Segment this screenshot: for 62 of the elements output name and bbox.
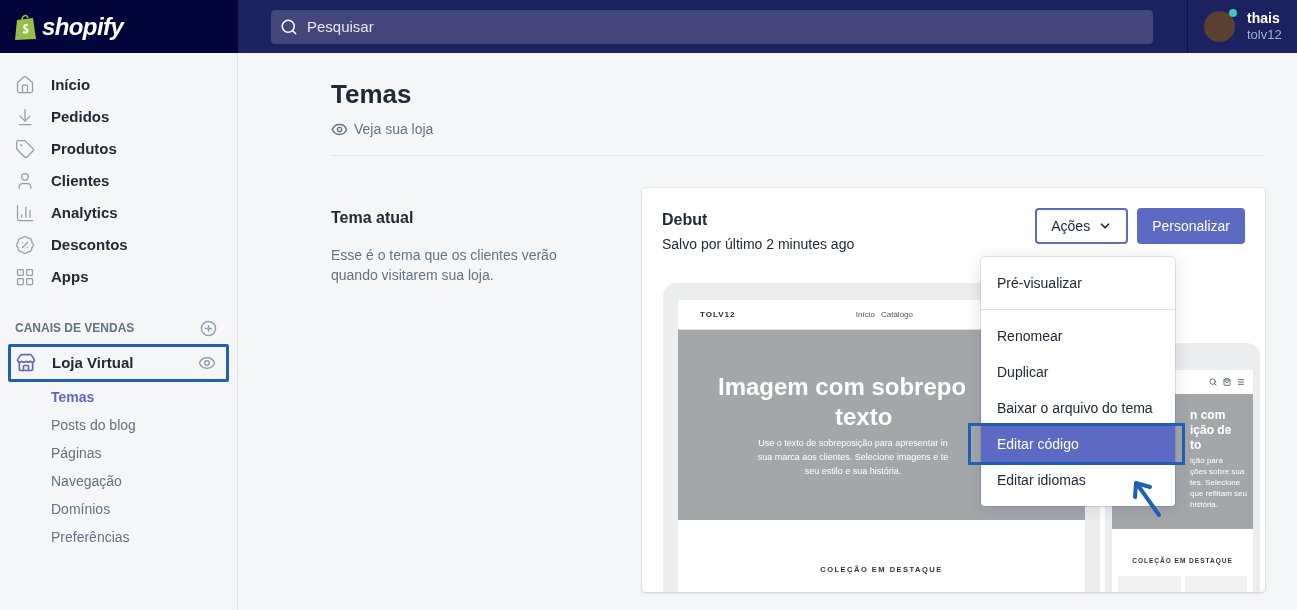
view-store-link[interactable]: Veja sua loja — [354, 119, 434, 140]
menu-item[interactable]: Duplicar — [981, 354, 1175, 390]
section-heading: CANAIS DE VENDAS — [15, 320, 135, 337]
preview-hero-title: Imagem com sobrepo — [718, 372, 967, 402]
preview-hero-text: tes. Selecione — [1190, 477, 1242, 488]
search-icon — [280, 17, 298, 36]
sub-nav-item[interactable]: Temas — [51, 383, 229, 411]
store-name: tolv12 — [1247, 27, 1282, 44]
preview-hero-title: texto — [835, 402, 893, 432]
preview-store-name: TOLV12 — [700, 308, 736, 321]
nav-item[interactable]: Clientes — [8, 165, 229, 197]
nav-item[interactable]: Pedidos — [8, 101, 229, 133]
sub-nav-item[interactable]: Preferências — [51, 523, 229, 551]
page-title: Temas — [331, 79, 413, 109]
search-field[interactable]: Pesquisar — [271, 9, 1153, 44]
house-icon — [15, 75, 35, 95]
sub-nav-item[interactable]: Páginas — [51, 439, 229, 467]
section-heading: Tema atual — [331, 208, 415, 228]
sales-channel-item[interactable]: Loja Virtual — [8, 344, 229, 382]
tag-icon — [15, 139, 35, 159]
bar-chart-icon — [15, 203, 35, 223]
annotation-arrow — [1131, 478, 1163, 518]
preview-hero-text: sua marca aos clientes. Selecione imagens e te — [757, 451, 949, 464]
preview-hero-text: que reflitam seu — [1190, 488, 1248, 499]
preview-hero-text: seu estilo e sua história. — [804, 465, 902, 478]
preview-hero-title: to — [1190, 438, 1203, 453]
shopping-bag-logo-icon — [14, 12, 38, 41]
nav-item[interactable]: Descontos — [8, 229, 229, 261]
nav-item[interactable]: Produtos — [8, 133, 229, 165]
preview-hero-text: Use o texto de sobreposição para apresentar in — [758, 437, 948, 450]
menu-item[interactable]: Baixar o arquivo do tema — [981, 390, 1175, 426]
menu-item[interactable]: Renomear — [981, 318, 1175, 354]
preview-hero-text: história. — [1190, 499, 1219, 510]
actions-button[interactable]: Ações — [1035, 208, 1129, 244]
preview-hero-text: ição para — [1190, 455, 1224, 466]
eye-icon — [331, 121, 348, 138]
sub-nav-item[interactable]: Posts do blog — [51, 411, 229, 439]
preview-hero-title: ição de — [1190, 423, 1233, 438]
menu-item[interactable]: Editar idiomas — [981, 462, 1175, 498]
avatar[interactable] — [1204, 11, 1235, 42]
nav-item[interactable]: Analytics — [8, 197, 229, 229]
search-icon — [1209, 378, 1217, 386]
theme-name: Debut — [662, 210, 709, 230]
add-channel-icon[interactable] — [200, 319, 217, 337]
apps-grid-icon — [15, 267, 35, 287]
saved-time: Salvo por último 2 minutes ago — [662, 235, 855, 254]
nav-item[interactable]: Início — [8, 69, 229, 101]
preview-hero-title: n com — [1190, 408, 1227, 423]
sub-nav-item[interactable]: Domínios — [51, 495, 229, 523]
user-name: thais — [1247, 9, 1281, 28]
section-description: Esse é o tema que os clientes verão quando visitarem sua loja. — [331, 246, 558, 285]
store-icon — [16, 353, 36, 373]
bag-icon — [1223, 378, 1231, 386]
nav-item[interactable]: Apps — [8, 261, 229, 293]
menu-item[interactable]: Editar código — [981, 426, 1175, 462]
preview-hero-text: ções sobre sua — [1190, 466, 1246, 477]
customize-button[interactable]: Personalizar — [1137, 208, 1245, 244]
discount-badge-icon — [15, 235, 35, 255]
menu-item[interactable]: Pré-visualizar — [981, 265, 1175, 301]
eye-icon[interactable] — [198, 354, 216, 372]
sub-nav-item[interactable]: Navegação — [51, 467, 229, 495]
menu-icon — [1237, 378, 1245, 386]
